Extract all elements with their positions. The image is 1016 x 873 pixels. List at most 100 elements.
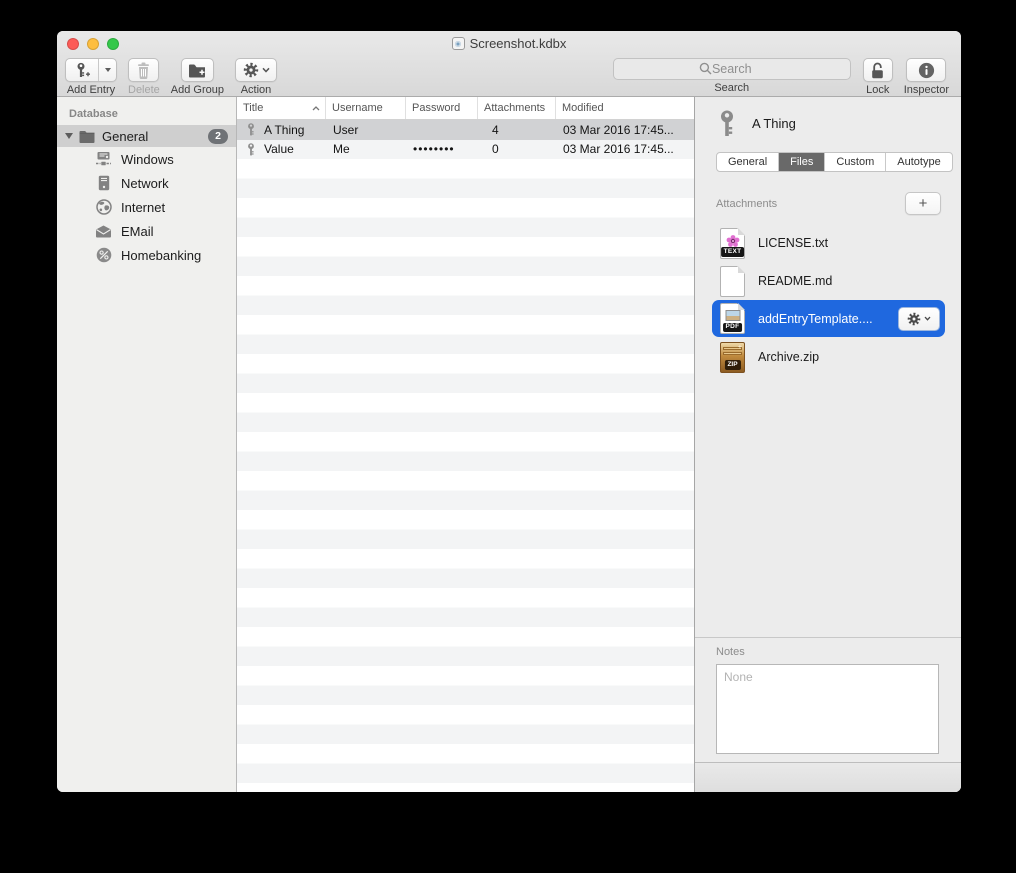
tab-custom[interactable]: Custom — [825, 153, 886, 171]
sidebar-item-windows[interactable]: Windows — [57, 147, 236, 171]
entry-table: Title Username Password Attachments — [237, 97, 695, 792]
document-icon — [452, 37, 465, 50]
search-input[interactable] — [613, 58, 851, 80]
sidebar-item-label: Homebanking — [121, 248, 201, 263]
notes-textarea[interactable] — [716, 664, 939, 754]
add-entry-label: Add Entry — [67, 84, 115, 96]
group-count-badge: 2 — [208, 129, 228, 144]
column-label: Username — [332, 102, 383, 114]
gear-icon — [243, 62, 259, 78]
toolbar-item-search: Search — [613, 58, 851, 94]
column-header-title[interactable]: Title — [237, 97, 326, 119]
sidebar-item-label: Windows — [121, 152, 174, 167]
attachment-row[interactable]: TEXT LICENSE.txt — [695, 224, 961, 262]
toolbar-item-add-group: Add Group — [171, 58, 224, 96]
cell-attachments: 0 — [478, 142, 556, 156]
inspector-label: Inspector — [904, 84, 949, 96]
chevron-down-icon — [924, 316, 931, 321]
key-plus-icon[interactable] — [66, 59, 99, 81]
title-wrap: Screenshot.kdbx — [452, 36, 567, 51]
inspector-entry-header: A Thing — [717, 110, 961, 137]
tab-general[interactable]: General — [717, 153, 779, 171]
sidebar-item-homebanking[interactable]: Homebanking — [57, 243, 236, 267]
entry-title: A Thing — [264, 123, 304, 137]
disclosure-triangle-icon[interactable] — [65, 133, 73, 139]
lock-button[interactable] — [863, 58, 893, 82]
attachment-row[interactable]: README.md — [695, 262, 961, 300]
gear-icon — [907, 312, 921, 326]
chevron-down-icon — [262, 67, 270, 73]
attachment-row-selected[interactable]: PDF addEntryTemplate.... — [712, 300, 945, 337]
action-label: Action — [241, 84, 272, 96]
column-header-attachments[interactable]: Attachments — [478, 97, 556, 119]
file-type-badge: ZIP — [724, 360, 740, 370]
toolbar-item-delete: Delete — [128, 58, 160, 96]
window-title: Screenshot.kdbx — [470, 36, 567, 51]
tab-files[interactable]: Files — [779, 153, 825, 171]
minimize-button[interactable] — [87, 38, 99, 50]
inspector-tabs: General Files Custom Autotype — [716, 152, 953, 172]
inspector-panel: A Thing General Files Custom Autotype At… — [695, 97, 961, 792]
attachment-row[interactable]: + ZIP Archive.zip — [695, 338, 961, 376]
sidebar-item-label: EMail — [121, 224, 154, 239]
folder-plus-icon — [188, 63, 206, 78]
add-attachment-button[interactable]: + — [905, 192, 941, 215]
attachment-action-button[interactable] — [898, 307, 940, 331]
inspector-entry-title: A Thing — [752, 116, 796, 131]
notes-label: Notes — [716, 646, 961, 658]
envelope-icon — [95, 223, 112, 240]
cell-username: Me — [326, 142, 406, 156]
cell-modified: 03 Mar 2016 17:45... — [556, 142, 694, 156]
key-icon — [246, 143, 256, 156]
search-label: Search — [714, 82, 749, 94]
window-header: Screenshot.kdbx — [57, 31, 961, 97]
content: Database General 2 — [57, 97, 961, 792]
sidebar-item-network[interactable]: Network — [57, 171, 236, 195]
sidebar-item-label: General — [102, 129, 148, 144]
key-icon — [717, 110, 737, 137]
attachments-header: Attachments + — [716, 192, 941, 215]
add-entry-dropdown[interactable] — [99, 59, 116, 81]
titlebar[interactable]: Screenshot.kdbx — [57, 31, 961, 56]
zip-file-icon: + ZIP — [720, 342, 745, 373]
cell-password: •••••••• — [406, 142, 478, 156]
sidebar-item-email[interactable]: EMail — [57, 219, 236, 243]
lock-label: Lock — [866, 84, 889, 96]
column-header-modified[interactable]: Modified — [556, 97, 694, 119]
column-label: Title — [243, 102, 263, 114]
file-type-badge: TEXT — [721, 247, 745, 257]
pdf-file-icon: PDF — [720, 303, 745, 334]
cell-title: A Thing — [237, 123, 326, 137]
add-group-button[interactable] — [181, 58, 214, 82]
column-label: Modified — [562, 102, 604, 114]
plain-file-icon — [720, 266, 745, 297]
action-button[interactable] — [235, 58, 277, 82]
cell-username: User — [326, 123, 406, 137]
table-row[interactable]: Value Me •••••••• 0 03 Mar 2016 17:45... — [237, 140, 694, 160]
zoom-button[interactable] — [107, 38, 119, 50]
column-header-username[interactable]: Username — [326, 97, 406, 119]
entry-title: Value — [264, 142, 294, 156]
table-row[interactable]: A Thing User 4 03 Mar 2016 17:45... — [237, 120, 694, 140]
trash-icon — [136, 62, 151, 79]
inspector-button[interactable] — [906, 58, 946, 82]
screenshot-canvas: Screenshot.kdbx — [0, 0, 1016, 873]
table-header: Title Username Password Attachments — [237, 97, 694, 120]
tab-autotype[interactable]: Autotype — [886, 153, 951, 171]
key-icon — [246, 123, 256, 136]
close-button[interactable] — [67, 38, 79, 50]
add-entry-button[interactable] — [65, 58, 117, 82]
delete-button[interactable] — [128, 58, 159, 82]
globe-icon — [95, 199, 112, 216]
folder-icon — [79, 130, 95, 143]
server-icon — [95, 175, 112, 192]
attachment-list: TEXT LICENSE.txt README.md — [695, 224, 961, 376]
sidebar-item-internet[interactable]: Internet — [57, 195, 236, 219]
text-file-icon: TEXT — [720, 228, 745, 259]
sidebar-item-general[interactable]: General 2 — [57, 125, 236, 147]
column-header-password[interactable]: Password — [406, 97, 478, 119]
table-body: A Thing User 4 03 Mar 2016 17:45... — [237, 120, 694, 792]
sidebar-item-label: Internet — [121, 200, 165, 215]
sidebar-item-label: Network — [121, 176, 169, 191]
info-icon — [918, 62, 935, 79]
